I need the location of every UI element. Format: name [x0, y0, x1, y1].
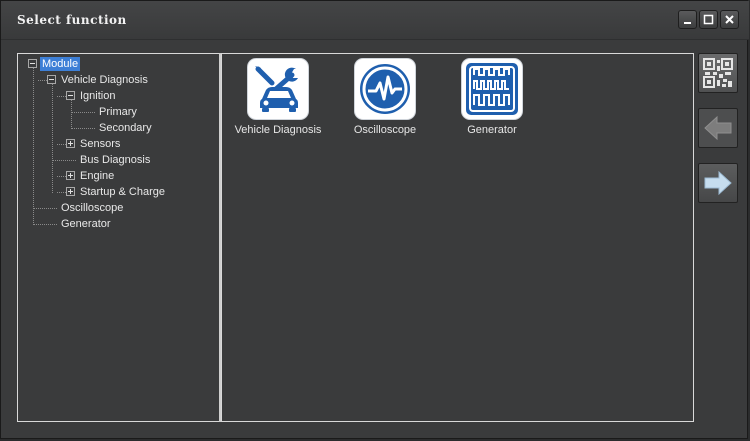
select-function-window: Select function Module Vehicle Diagnosis… — [0, 0, 749, 439]
tree-line — [57, 96, 66, 97]
window-title: Select function — [17, 13, 127, 27]
content-area: Module Vehicle Diagnosis Ignition Primar… — [6, 41, 744, 436]
tree-item-sensors[interactable]: Sensors — [80, 137, 120, 151]
tree-item-startup-charge[interactable]: Startup & Charge — [80, 185, 165, 199]
generator-icon — [462, 59, 522, 119]
function-icons-panel: Vehicle Diagnosis Oscilloscope Generator — [221, 53, 694, 422]
tree-line — [57, 192, 66, 193]
tree-line — [52, 84, 53, 193]
tree-item-vehicle-diagnosis[interactable]: Vehicle Diagnosis — [61, 73, 148, 87]
vehicle-diagnosis-label: Vehicle Diagnosis — [234, 124, 322, 136]
tree-item-ignition[interactable]: Ignition — [80, 89, 115, 103]
tree-item-module[interactable]: Module — [40, 57, 81, 71]
vehicle-diagnosis-icon — [248, 59, 308, 119]
tree-line — [33, 68, 34, 225]
tree-line — [57, 144, 66, 145]
tree-line — [38, 80, 47, 81]
minimize-button[interactable] — [678, 10, 697, 29]
generator-label: Generator — [467, 124, 517, 136]
tree-line — [57, 176, 66, 177]
tree-line — [53, 160, 76, 161]
back-button[interactable] — [698, 108, 738, 148]
maximize-icon — [703, 14, 714, 25]
maximize-button[interactable] — [699, 10, 718, 29]
close-icon — [725, 15, 734, 24]
collapse-ignition-toggle[interactable] — [66, 91, 75, 100]
minimize-icon — [684, 22, 691, 24]
expand-sensors-toggle[interactable] — [66, 139, 75, 148]
arrow-left-icon — [704, 115, 732, 141]
close-button[interactable] — [720, 10, 739, 29]
qr-code-icon — [703, 58, 733, 88]
module-tree: Module Vehicle Diagnosis Ignition Primar… — [18, 54, 222, 423]
tree-item-primary[interactable]: Primary — [99, 105, 137, 119]
forward-button[interactable] — [698, 163, 738, 203]
generator-tile[interactable]: Generator — [447, 54, 537, 140]
tree-line — [34, 224, 57, 225]
vehicle-diagnosis-tile[interactable]: Vehicle Diagnosis — [233, 54, 323, 140]
tree-line — [72, 112, 95, 113]
collapse-vehicle-diagnosis-toggle[interactable] — [47, 75, 56, 84]
tree-line — [34, 208, 57, 209]
tree-item-bus-diagnosis[interactable]: Bus Diagnosis — [80, 153, 150, 167]
oscilloscope-tile[interactable]: Oscilloscope — [340, 54, 430, 140]
tree-line — [72, 128, 95, 129]
title-bar[interactable]: Select function — [1, 1, 749, 40]
expand-engine-toggle[interactable] — [66, 171, 75, 180]
tree-line — [71, 100, 72, 129]
collapse-module-toggle[interactable] — [28, 59, 37, 68]
expand-startup-charge-toggle[interactable] — [66, 187, 75, 196]
module-tree-panel[interactable]: Module Vehicle Diagnosis Ignition Primar… — [17, 53, 221, 422]
tree-item-secondary[interactable]: Secondary — [99, 121, 152, 135]
tree-item-oscilloscope[interactable]: Oscilloscope — [61, 201, 123, 215]
qr-code-button[interactable] — [698, 53, 738, 93]
oscilloscope-label: Oscilloscope — [353, 124, 417, 136]
tree-item-generator[interactable]: Generator — [61, 217, 111, 231]
oscilloscope-icon — [355, 59, 415, 119]
arrow-right-icon — [704, 170, 732, 196]
tree-item-engine[interactable]: Engine — [80, 169, 114, 183]
